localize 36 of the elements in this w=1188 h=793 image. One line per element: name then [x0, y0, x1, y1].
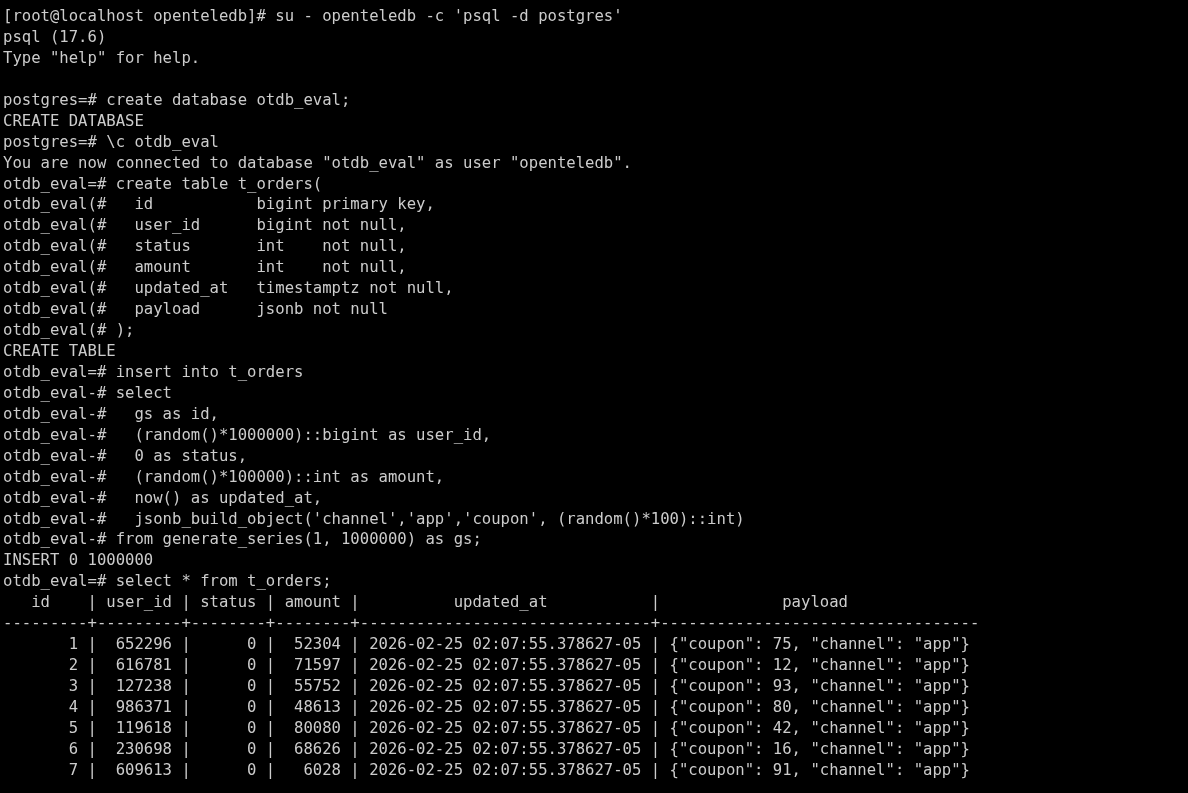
terminal-line: postgres=# \c otdb_eval: [3, 131, 219, 153]
terminal-line: 1 | 652296 | 0 | 52304 | 2026-02-25 02:07:55.378627-05 | {"coupon": 75, "channel": "app"}: [67, 634, 970, 656]
terminal-line: otdb_eval-# now() as updated_at,: [3, 487, 323, 509]
terminal-line: 6 | 230698 | 0 | 68626 | 2026-02-25 02:07:55.378627-05 | {"coupon": 16, "channel": "app"}: [67, 738, 970, 760]
terminal-line: otdb_eval-# 0 as status,: [3, 445, 248, 467]
terminal-line: otdb_eval-# select: [3, 382, 172, 404]
terminal-line: 3 | 127238 | 0 | 55752 | 2026-02-25 02:07:55.378627-05 | {"coupon": 93, "channel": "app"}: [67, 676, 970, 697]
terminal-line: 4 | 986371 | 0 | 48613 | 2026-02-25 02:07:55.378627-05 | {"coupon": 80, "channel": "app"}: [67, 696, 970, 718]
terminal-line: psql (17.6): [3, 26, 107, 48]
terminal-line: otdb_eval-# jsonb_build_object('channel','app','coupon', (random()*100)::int): [3, 508, 745, 530]
terminal-line: otdb_eval=# select * from t_orders;: [3, 571, 332, 593]
terminal-line: id | user_id | status | amount | updated_at | payload: [30, 592, 848, 614]
terminal-line: otdb_eval-# gs as id,: [3, 403, 219, 425]
terminal-line: CREATE TABLE: [3, 341, 116, 362]
terminal-line: otdb_eval=# insert into t_orders: [3, 361, 304, 383]
terminal-line: otdb_eval(# amount int not null,: [3, 257, 407, 279]
terminal-line: otdb_eval=# create table t_orders(: [3, 173, 323, 195]
terminal-line: otdb_eval(# updated_at timestamptz not null,: [3, 278, 454, 300]
terminal-line: otdb_eval-# (random()*100000)::int as amount,: [3, 466, 445, 488]
terminal-line: ---------+---------+--------+--------+-------------------------------+----------------------------------: [3, 613, 980, 635]
terminal-line: otdb_eval(# );: [3, 320, 135, 341]
terminal-line: You are now connected to database "otdb_eval" as user "openteledb".: [3, 152, 632, 174]
terminal-line: otdb_eval(# user_id bigint not null,: [3, 215, 407, 237]
terminal-line: otdb_eval(# id bigint primary key,: [3, 194, 435, 216]
terminal-line: otdb_eval(# payload jsonb not null: [3, 299, 388, 321]
terminal-line: 2 | 616781 | 0 | 71597 | 2026-02-25 02:07:55.378627-05 | {"coupon": 12, "channel": "app"}: [67, 655, 970, 676]
terminal-line: [root@localhost openteledb]# su - openteledb -c 'psql -d postgres': [3, 6, 623, 27]
terminal-line: INSERT 0 1000000: [3, 550, 154, 572]
terminal-line: 5 | 119618 | 0 | 80080 | 2026-02-25 02:07:55.378627-05 | {"coupon": 42, "channel": "app"}: [67, 717, 970, 739]
terminal-line: Type "help" for help.: [3, 47, 201, 69]
terminal-line: otdb_eval(# status int not null,: [3, 236, 407, 258]
terminal-line: CREATE DATABASE: [3, 110, 144, 132]
terminal-line: postgres=# create database otdb_eval;: [3, 89, 351, 111]
terminal-line: 7 | 609613 | 0 | 6028 | 2026-02-25 02:07:55.378627-05 | {"coupon": 91, "channel": "app"}: [67, 759, 970, 781]
terminal-line: otdb_eval-# (random()*1000000)::bigint as user_id,: [3, 424, 492, 446]
terminal-line: otdb_eval-# from generate_series(1, 1000000) as gs;: [3, 529, 482, 551]
